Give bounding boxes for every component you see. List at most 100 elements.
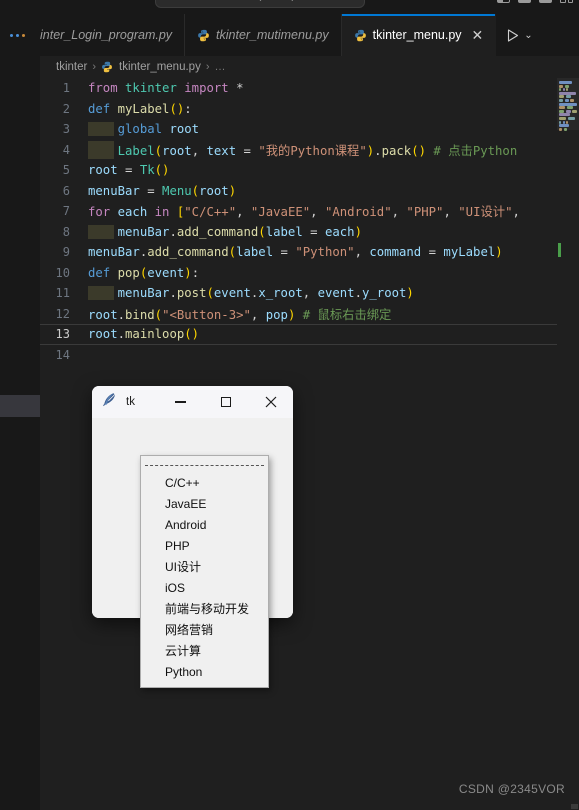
line-source[interactable]: for each in ["C/C++", "JavaEE", "Android… (84, 202, 520, 220)
token-br1: () (154, 163, 170, 178)
token-var: root (88, 163, 118, 178)
line-number: 9 (62, 245, 70, 260)
breadcrumb-folder[interactable]: tkinter (56, 61, 87, 73)
line-source[interactable]: root = Tk() (84, 163, 169, 177)
line-source[interactable]: menuBar = Menu(root) (84, 184, 236, 198)
code-line[interactable]: 4 Label(root, text = "我的Python课程").pack(… (40, 140, 579, 161)
code-line[interactable]: 13 root.mainloop() (40, 324, 579, 345)
token-var: y_root (362, 286, 407, 301)
title-bar: 无标题 (工作区) (0, 0, 579, 14)
line-number: 7 (62, 204, 70, 219)
token-plain: . (117, 327, 126, 342)
code-line[interactable]: 12 root.bind("<Button-3>", pop) # 鼠标右击绑定 (40, 304, 579, 325)
more-actions-icon[interactable] (10, 34, 25, 37)
play-icon[interactable] (507, 28, 519, 42)
token-var: label (236, 245, 274, 260)
tab-label: inter_Login_program.py (40, 28, 173, 42)
line-source[interactable]: global root (84, 122, 199, 137)
close-icon[interactable]: ✕ (472, 28, 484, 42)
maximize-icon[interactable] (203, 386, 248, 418)
minimap[interactable] (557, 78, 579, 810)
scrollbar-thumb[interactable] (571, 804, 578, 809)
line-source[interactable]: menuBar.add_command(label = each) (84, 224, 362, 239)
tk-menu-item[interactable]: Android (141, 515, 268, 536)
breadcrumb-more[interactable]: … (215, 61, 226, 73)
panel-left-icon[interactable] (497, 0, 510, 3)
token-kw: for (88, 205, 111, 220)
line-source[interactable]: def pop(event): (84, 266, 199, 280)
token-var: event (213, 286, 251, 301)
token-fn: post (176, 286, 207, 301)
code-line[interactable]: 9 menuBar.add_command(label = "Python", c… (40, 242, 579, 263)
line-source[interactable]: def myLabel(): (84, 102, 192, 116)
tk-menu-item[interactable]: Python (141, 662, 268, 683)
tk-popup-menu[interactable]: C/C++ JavaEE Android PHP UI设计 iOS 前端与移动开发 网络营销云… (140, 455, 269, 688)
tk-window-controls[interactable] (158, 386, 293, 418)
breadcrumb-file[interactable]: tkinter_menu.py (119, 61, 201, 73)
line-number: 11 (55, 286, 70, 301)
chevron-down-icon[interactable]: ⌄ (524, 30, 532, 41)
token-br1: ( (154, 143, 163, 158)
line-number: 4 (62, 142, 70, 157)
code-line[interactable]: 3 global root (40, 119, 579, 140)
token-kw: in (154, 205, 170, 220)
token-plain: . (117, 307, 126, 322)
line-source[interactable]: root.bind("<Button-3>", pop) # 鼠标右击绑定 (84, 305, 391, 323)
code-line[interactable]: 14 (40, 345, 579, 366)
minimap-slider[interactable] (557, 78, 579, 130)
minimize-icon[interactable] (158, 386, 203, 418)
token-var: root (88, 327, 118, 342)
activity-bar[interactable] (0, 14, 40, 810)
token-plain: : (191, 265, 200, 280)
code-line[interactable]: 8 menuBar.add_command(label = each) (40, 222, 579, 243)
close-icon[interactable] (248, 386, 293, 418)
quick-input-box[interactable]: 无标题 (工作区) (155, 0, 365, 8)
tk-menu-item[interactable]: UI设计 (141, 557, 268, 578)
tearoff-icon[interactable] (145, 465, 264, 476)
token-plain: . (169, 224, 177, 239)
code-line[interactable]: 11 menuBar.post(event.x_root, event.y_ro… (40, 283, 579, 304)
code-line[interactable]: 10 def pop(event): (40, 263, 579, 284)
tk-menu-item[interactable]: PHP (141, 536, 268, 557)
panel-bottom-icon[interactable] (539, 0, 552, 3)
code-line[interactable]: 5 root = Tk() (40, 160, 579, 181)
token-cls: Tk (139, 163, 155, 178)
layout-controls[interactable] (497, 0, 573, 3)
run-button-group[interactable]: ⌄ (496, 14, 541, 56)
line-source[interactable]: Label(root, text = "我的Python课程").pack() … (84, 140, 517, 159)
line-source[interactable]: menuBar.add_command(label = "Python", co… (84, 245, 503, 259)
panel-fill-icon[interactable] (518, 0, 531, 3)
token-kw2: def (88, 101, 111, 116)
tab-tkinter-login-program[interactable]: inter_Login_program.py (40, 14, 186, 56)
line-source[interactable]: from tkinter import * (84, 81, 244, 95)
tk-menu-item[interactable]: C/C++ (141, 473, 268, 494)
code-line[interactable]: 7 for each in ["C/C++", "JavaEE", "Androi… (40, 201, 579, 222)
tk-menu-item[interactable]: iOS (141, 578, 268, 599)
line-source[interactable]: root.mainloop() (84, 327, 199, 341)
tk-menu-item[interactable]: 云计算 (141, 641, 268, 662)
line-number: 13 (55, 327, 70, 342)
tk-menu-item[interactable]: JavaEE (141, 494, 268, 515)
code-line[interactable]: 6 menuBar = Menu(root) (40, 181, 579, 202)
token-br1: ( (228, 245, 237, 260)
editor-tab-bar: inter_Login_program.py tkinter_mutimenu.… (40, 14, 579, 56)
tab-tkinter-menu[interactable]: tkinter_menu.py ✕ (341, 14, 497, 56)
tk-menu-item[interactable]: 前端与移动开发 (141, 599, 268, 620)
token-fn: pop (117, 265, 140, 280)
tab-label: tkinter_menu.py (372, 28, 462, 42)
token-kw: from (88, 81, 118, 96)
tab-tkinter-mutimenu[interactable]: tkinter_mutimenu.py (185, 14, 342, 56)
token-plain: . (374, 143, 382, 158)
panel-split-icon[interactable] (560, 0, 573, 3)
code-line[interactable]: 1 from tkinter import * (40, 78, 579, 99)
code-line[interactable]: 2 def myLabel(): (40, 99, 579, 120)
token-var: menuBar (117, 286, 170, 301)
token-var: label (265, 224, 303, 239)
tk-title-bar[interactable]: tk (92, 386, 293, 418)
tk-menu-item[interactable]: 网络营销 (141, 620, 268, 641)
breadcrumb[interactable]: tkinter › tkinter_menu.py › … (40, 56, 579, 78)
tk-menu-item-list[interactable]: C/C++ JavaEE Android PHP UI设计 iOS 前端与移动开发 网络营销云… (141, 473, 268, 683)
line-source[interactable]: menuBar.post(event.x_root, event.y_root) (84, 286, 414, 301)
